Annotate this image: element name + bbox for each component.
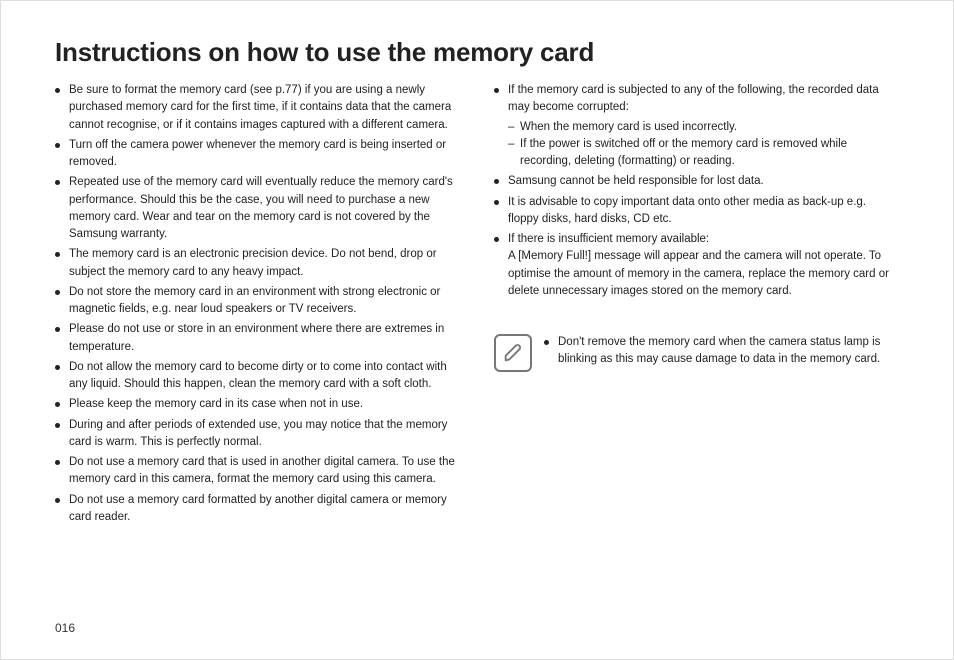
manual-page: Instructions on how to use the memory ca… [0, 0, 954, 660]
list-item: Repeated use of the memory card will eve… [55, 174, 460, 243]
list-item-text: If there is insufficient memory availabl… [508, 233, 709, 245]
list-item: Be sure to format the memory card (see p… [55, 82, 460, 134]
content-columns: Be sure to format the memory card (see p… [55, 82, 899, 529]
note-box: Don't remove the memory card when the ca… [494, 334, 899, 372]
list-item-text: If the memory card is subjected to any o… [508, 84, 879, 113]
list-item: If the memory card is subjected to any o… [494, 82, 899, 170]
list-item: Samsung cannot be held responsible for l… [494, 173, 899, 190]
note-bullet-list: Don't remove the memory card when the ca… [544, 334, 899, 372]
list-item-followup: A [Memory Full!] message will appear and… [508, 248, 899, 300]
sub-list-item: If the power is switched off or the memo… [508, 136, 899, 171]
sub-list-item: When the memory card is used incorrectly… [508, 119, 899, 136]
list-item: Do not use a memory card formatted by an… [55, 492, 460, 527]
list-item: Do not use a memory card that is used in… [55, 454, 460, 489]
list-item: Do not store the memory card in an envir… [55, 284, 460, 319]
page-title: Instructions on how to use the memory ca… [55, 37, 899, 68]
list-item: It is advisable to copy important data o… [494, 194, 899, 229]
list-item: During and after periods of extended use… [55, 417, 460, 452]
list-item: Turn off the camera power whenever the m… [55, 137, 460, 172]
right-bullet-list: If the memory card is subjected to any o… [494, 82, 899, 300]
sub-list: When the memory card is used incorrectly… [508, 119, 899, 171]
left-column: Be sure to format the memory card (see p… [55, 82, 460, 529]
page-number: 016 [55, 621, 75, 635]
list-item: Don't remove the memory card when the ca… [544, 334, 899, 369]
list-item: Do not allow the memory card to become d… [55, 359, 460, 394]
note-icon [494, 334, 532, 372]
right-column: If the memory card is subjected to any o… [494, 82, 899, 529]
list-item: If there is insufficient memory availabl… [494, 231, 899, 300]
list-item: Please do not use or store in an environ… [55, 321, 460, 356]
list-item: The memory card is an electronic precisi… [55, 246, 460, 281]
left-bullet-list: Be sure to format the memory card (see p… [55, 82, 460, 526]
pencil-icon [502, 342, 524, 364]
list-item: Please keep the memory card in its case … [55, 396, 460, 413]
